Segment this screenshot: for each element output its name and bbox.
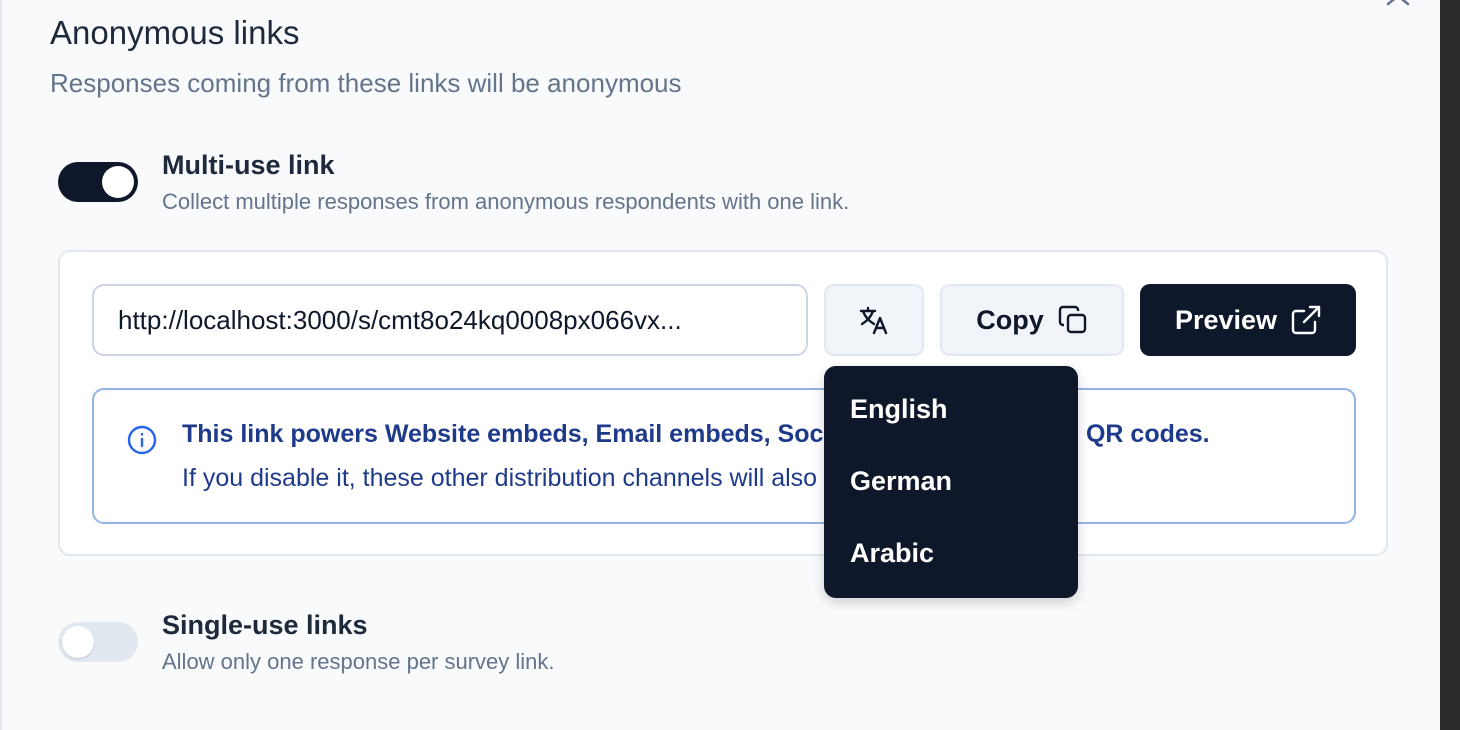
single-use-title: Single-use links: [162, 610, 368, 640]
multi-use-description: Collect multiple responses from anonymou…: [162, 189, 850, 214]
info-alert: [92, 388, 1356, 524]
copy-icon: [1058, 305, 1086, 334]
preview-button-label: Preview: [1174, 304, 1278, 335]
preview-button[interactable]: Preview: [1140, 284, 1356, 356]
copy-button[interactable]: Copy: [940, 284, 1124, 356]
page-title: Anonymous links: [50, 14, 300, 51]
scrollbar-track[interactable]: [1440, 0, 1460, 730]
panel-left-border: [0, 0, 2, 730]
language-dropdown: English German Arabic: [824, 366, 1078, 598]
link-url-input[interactable]: [92, 284, 808, 356]
info-icon: [127, 425, 157, 455]
close-icon[interactable]: [1384, 0, 1412, 12]
multi-use-title: Multi-use link: [162, 150, 335, 180]
page-subtitle: Responses coming from these links will b…: [50, 68, 682, 98]
language-option-english[interactable]: English: [850, 394, 948, 425]
single-use-description: Allow only one response per survey link.: [162, 649, 555, 674]
language-option-arabic[interactable]: Arabic: [850, 538, 934, 569]
language-icon: [859, 306, 888, 335]
multi-use-toggle[interactable]: [58, 162, 138, 202]
toggle-knob: [102, 166, 134, 198]
language-button[interactable]: [824, 284, 924, 356]
single-use-toggle[interactable]: [58, 622, 138, 662]
language-option-german[interactable]: German: [850, 466, 952, 497]
toggle-knob: [62, 626, 94, 658]
external-link-icon: [1291, 305, 1321, 335]
copy-button-label: Copy: [976, 304, 1044, 335]
